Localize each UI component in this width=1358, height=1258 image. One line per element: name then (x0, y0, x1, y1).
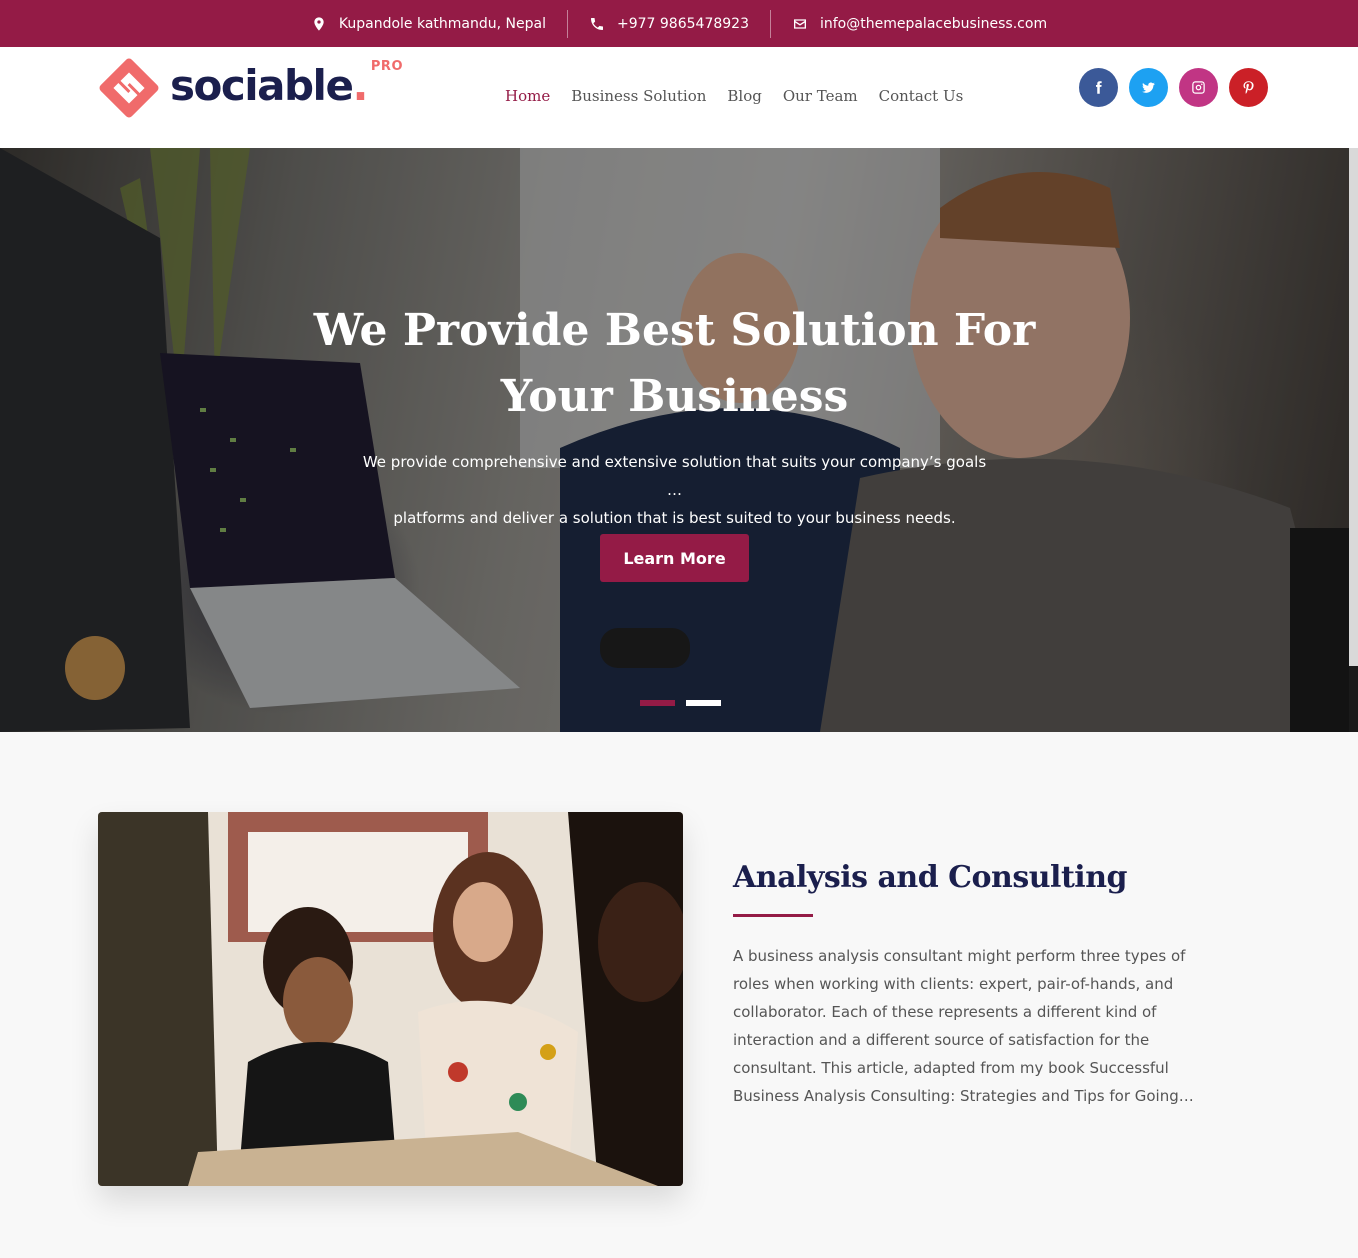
address-item: Kupandole kathmandu, Nepal (290, 10, 567, 38)
top-contact-bar: Kupandole kathmandu, Nepal +977 98654789… (0, 0, 1358, 47)
consulting-team-image (98, 812, 683, 1186)
twitter-icon (1142, 82, 1155, 93)
site-header: sociable. PRO Home Business Solution Blo… (0, 47, 1358, 148)
page-scrollbar[interactable] (1349, 148, 1358, 732)
slider-pagination (640, 700, 721, 706)
phone-text[interactable]: +977 9865478923 (617, 16, 749, 32)
phone-item[interactable]: +977 9865478923 (567, 9, 770, 38)
learn-more-button[interactable]: Learn More (600, 534, 749, 582)
main-navigation: Home Business Solution Blog Our Team Con… (505, 87, 963, 105)
hero-subtitle: We provide comprehensive and extensive s… (362, 453, 987, 527)
consulting-photo (98, 812, 683, 1186)
slide-dot-2[interactable] (686, 700, 721, 706)
scrollbar-thumb[interactable] (1349, 148, 1358, 666)
site-logo[interactable]: sociable. PRO (98, 57, 402, 119)
hero-title: We Provide Best Solution For Your Busines… (313, 305, 1036, 422)
nav-home[interactable]: Home (505, 87, 550, 105)
nav-business-solution[interactable]: Business Solution (571, 87, 706, 105)
map-pin-icon (314, 16, 324, 31)
sociable-logo-icon (99, 58, 159, 118)
instagram-link[interactable] (1179, 68, 1218, 107)
feature-description: A business analysis consultant might per… (733, 947, 1194, 1105)
address-text: Kupandole kathmandu, Nepal (338, 15, 546, 32)
social-links (1079, 68, 1268, 107)
feature-title: Analysis and Consulting (733, 860, 1127, 895)
email-text[interactable]: info@themepalacebusiness.com (820, 16, 1047, 32)
pinterest-icon (1243, 81, 1254, 94)
nav-blog[interactable]: Blog (727, 87, 761, 105)
hero-slider: We Provide Best Solution For Your Busines… (0, 148, 1349, 732)
logo-pro-badge: PRO (370, 58, 403, 74)
envelope-icon (793, 18, 806, 29)
twitter-link[interactable] (1129, 68, 1168, 107)
hero-overlay (0, 148, 1349, 732)
instagram-icon (1192, 81, 1205, 94)
facebook-icon (1096, 81, 1102, 94)
phone-icon (591, 17, 603, 30)
title-underline (733, 914, 813, 917)
email-item[interactable]: info@themepalacebusiness.com (769, 9, 1068, 38)
logo-wordmark: sociable. (170, 61, 368, 110)
pinterest-link[interactable] (1229, 68, 1268, 107)
nav-our-team[interactable]: Our Team (783, 87, 858, 105)
slide-dot-1[interactable] (640, 700, 675, 706)
facebook-link[interactable] (1079, 68, 1118, 107)
nav-contact-us[interactable]: Contact Us (879, 87, 964, 105)
